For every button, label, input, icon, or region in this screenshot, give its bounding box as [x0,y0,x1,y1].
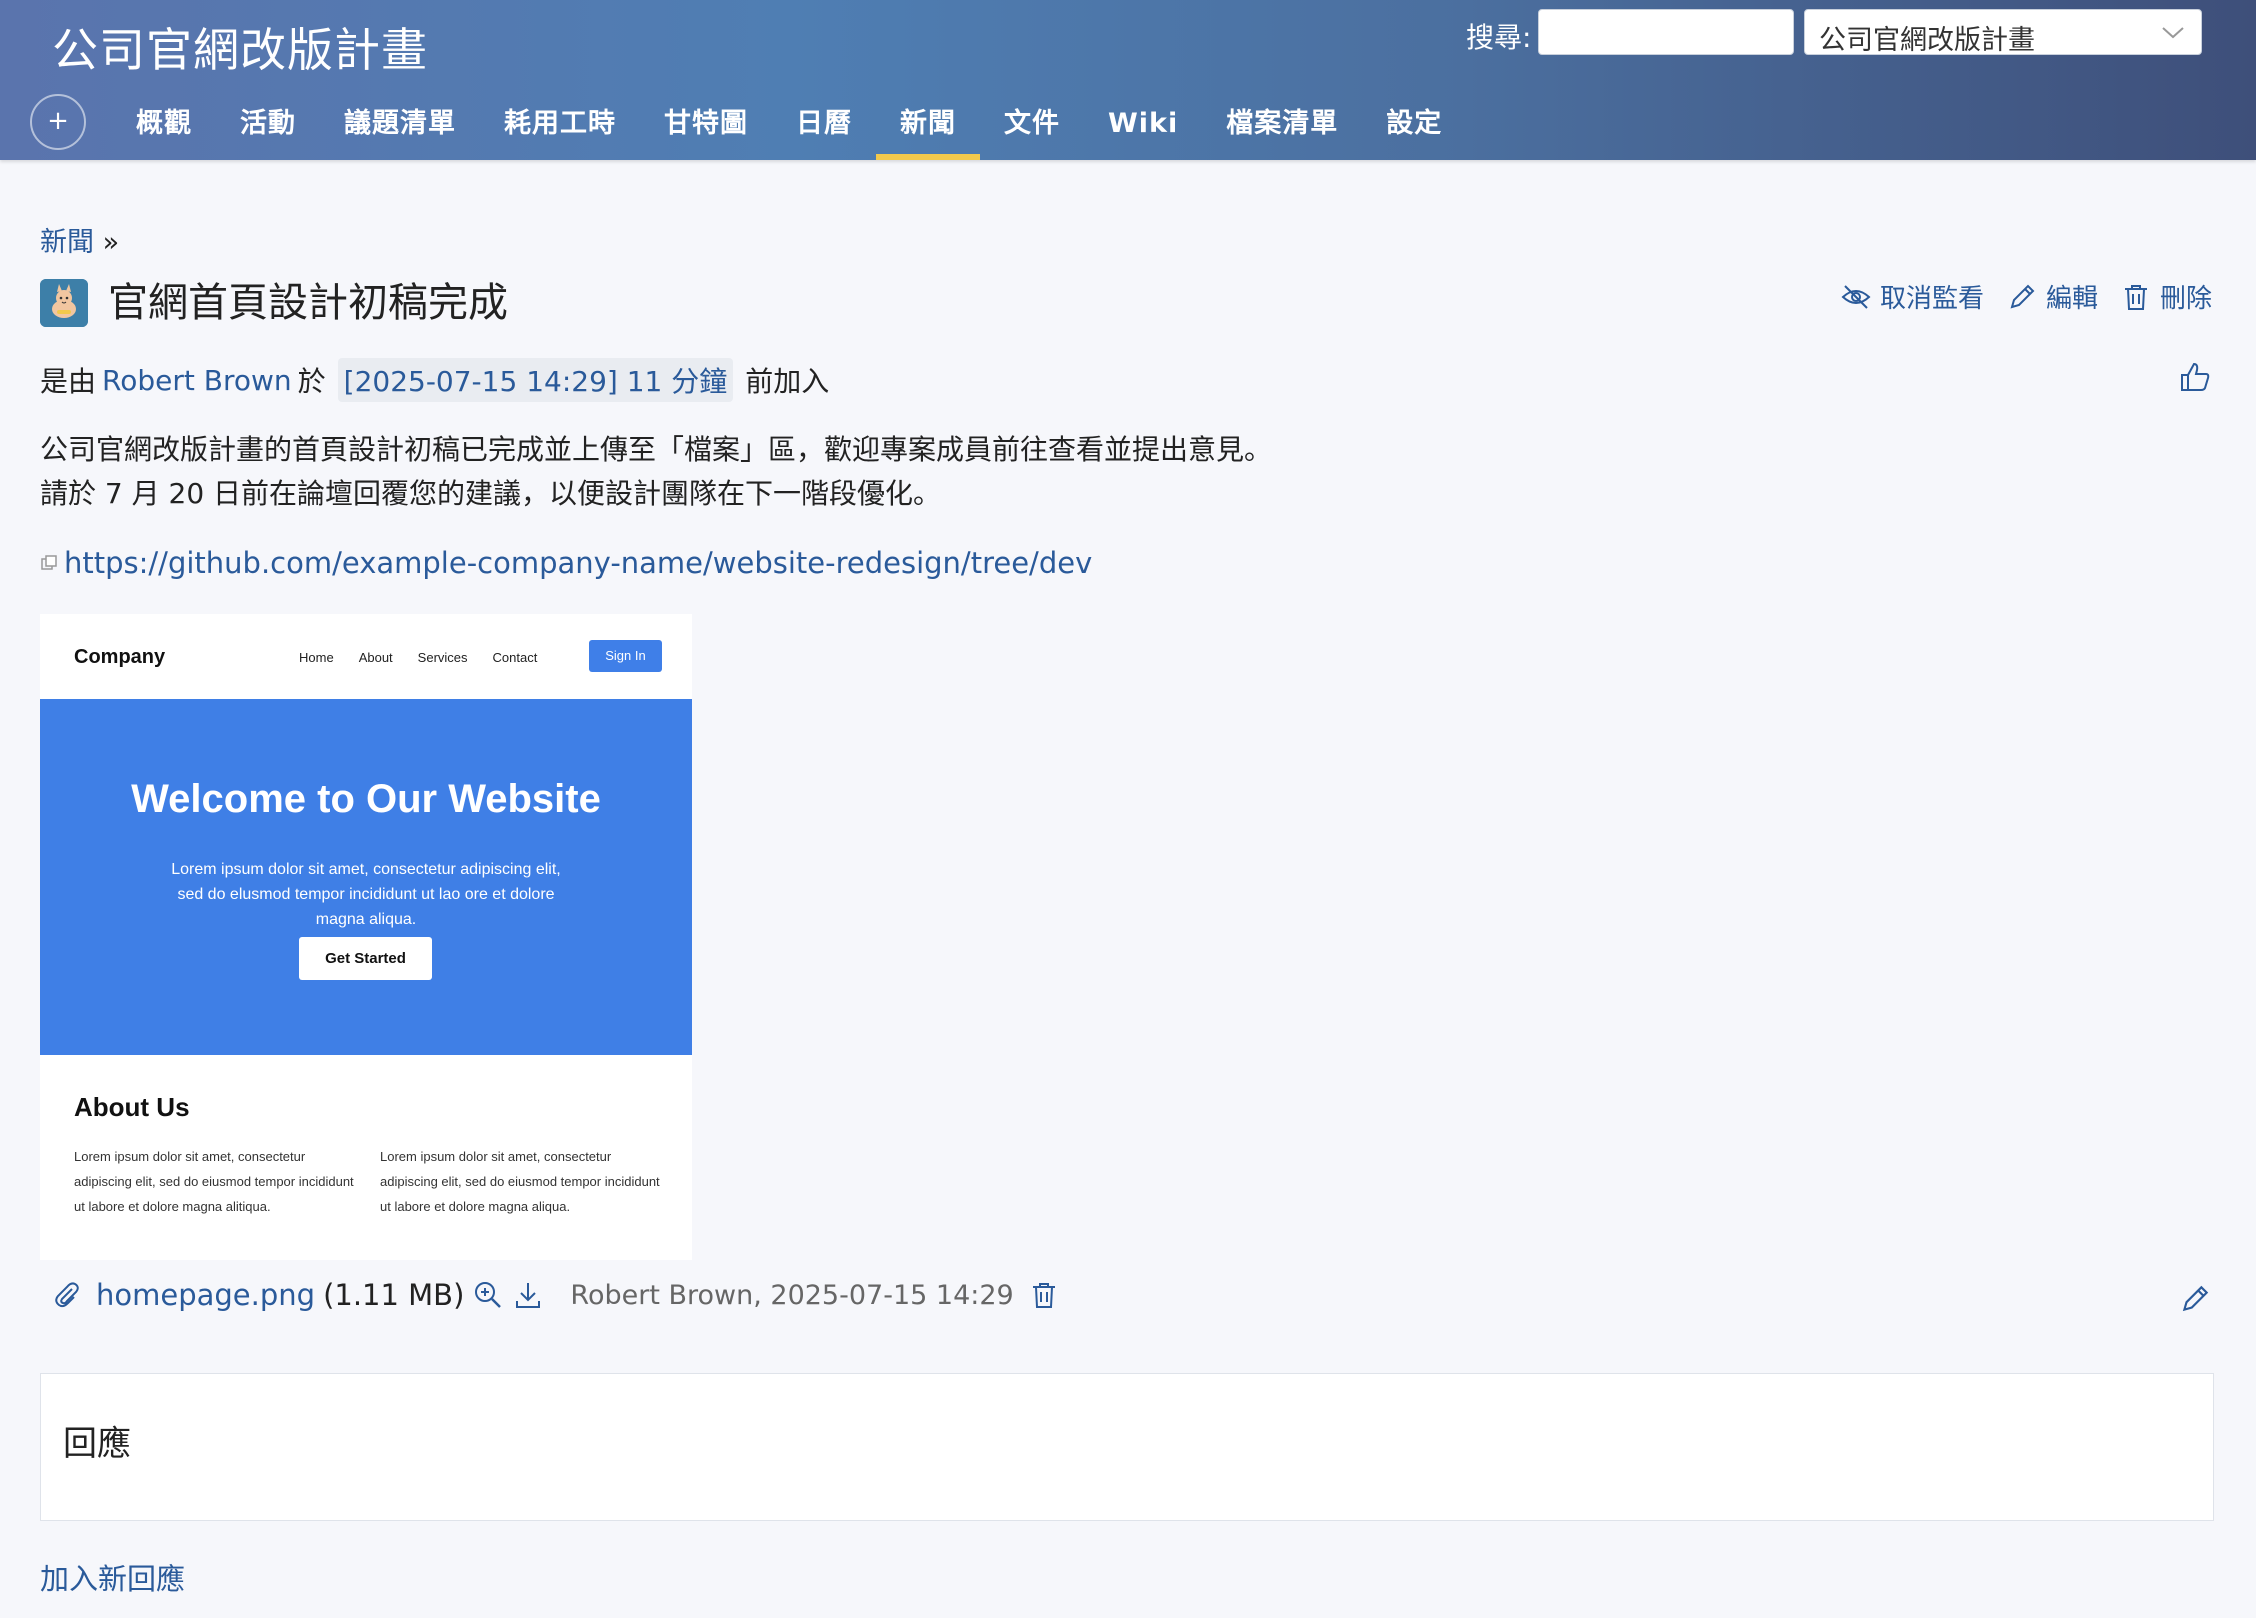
tab-activity[interactable]: 活動 [216,96,320,160]
edit-button[interactable]: 編輯 [2006,278,2098,315]
author-link[interactable]: Robert Brown [102,364,292,397]
download-button[interactable] [512,1279,544,1311]
preview-navbar: Company Home About Services Contact Sign… [40,614,692,698]
tab-files[interactable]: 檔案清單 [1202,96,1362,160]
delete-label: 刪除 [2159,284,2212,314]
tab-overview[interactable]: 概觀 [112,96,216,160]
attachment-meta: Robert Brown, 2025-07-15 14:29 [570,1279,1014,1311]
preview-hero-title: Welcome to Our Website [131,777,601,821]
preview-signin: Sign In [589,640,662,672]
preview-about-title: About Us [74,1092,190,1122]
preview-hero: Welcome to Our Website Lorem ipsum dolor… [40,699,692,1055]
byline-suffix: 前加入 [745,365,830,398]
preview-col-2: Lorem ipsum dolor sit amet, consectetur … [380,1149,660,1214]
external-link[interactable]: https://github.com/example-company-name/… [40,546,1092,580]
add-comment-link[interactable]: 加入新回應 [40,1556,185,1598]
pencil-icon [2010,284,2035,308]
new-item-button[interactable]: + [30,94,86,150]
preview-menu-item: Contact [492,650,538,665]
preview-menu-item: Home [299,650,334,665]
pencil-icon[interactable] [2178,1282,2212,1316]
description-line-2: 請於 7 月 20 日前在論壇回覆您的建議，以便設計團隊在下一階段優化。 [40,477,942,510]
download-icon [516,1283,541,1308]
unwatch-button[interactable]: 取消監看 [1840,278,1984,315]
zoom-button[interactable] [472,1279,504,1311]
tab-gantt[interactable]: 甘特圖 [640,96,772,160]
preview-cta: Get Started [299,937,432,980]
news-title: 官網首頁設計初稿完成 [108,280,508,326]
preview-brand: Company [74,646,166,668]
external-link-url[interactable]: https://github.com/example-company-name/… [64,546,1092,580]
attachment-row: homepage.png (1.11 MB) Robert Brown, 202… [50,1278,1060,1312]
trash-icon [2124,284,2147,310]
attachment-delete-button[interactable] [1028,1279,1060,1311]
tab-wiki[interactable]: Wiki [1084,96,1202,160]
app-title[interactable]: 公司官網改版計畫 [52,14,428,80]
paperclip-icon [55,1282,79,1308]
byline-at: 於 [297,365,326,398]
chevron-down-icon [2162,27,2184,39]
preview-hero-text: Lorem ipsum dolor sit amet, consectetur … [171,861,561,928]
external-link-icon [41,555,57,570]
tab-time-entries[interactable]: 耗用工時 [480,96,640,160]
edit-label: 編輯 [2045,284,2098,314]
attachment-filename[interactable]: homepage.png [96,1278,315,1312]
breadcrumb: 新聞 » [40,220,119,259]
eye-off-icon [1841,284,1871,309]
breadcrumb-separator: » [102,227,120,258]
top-header: 公司官網改版計畫 搜尋: 公司官網改版計畫 + 概觀 活動 議題清單 耗用工時 … [0,0,2256,160]
search-label: 搜尋: [1466,21,1532,54]
byline-prefix: 是由 [40,365,97,398]
tab-issues[interactable]: 議題清單 [320,96,480,160]
zoom-in-icon [475,1282,502,1308]
search-input[interactable] [1538,9,1794,55]
news-description: 公司官網改版計畫的首頁設計初稿已完成並上傳至「檔案」區，歡迎專案成員前往查看並提… [40,428,1272,516]
attachment-preview-image[interactable]: Company Home About Services Contact Sign… [40,614,692,1260]
tab-settings[interactable]: 設定 [1362,96,1466,160]
comments-section: 回應 [40,1373,2214,1521]
description-line-1: 公司官網改版計畫的首頁設計初稿已完成並上傳至「檔案」區，歡迎專案成員前往查看並提… [40,433,1273,466]
breadcrumb-news-link[interactable]: 新聞 [40,227,94,258]
tab-calendar[interactable]: 日曆 [772,96,876,160]
project-select[interactable]: 公司官網改版計畫 [1804,9,2202,56]
unwatch-label: 取消監看 [1879,284,1984,314]
comments-title: 回應 [63,1424,131,1464]
delete-button[interactable]: 刪除 [2120,278,2212,315]
preview-menu-item: About [358,650,393,665]
tab-documents[interactable]: 文件 [980,96,1084,160]
tab-news[interactable]: 新聞 [876,96,980,160]
project-avatar-icon [40,279,88,327]
trash-icon [1032,1283,1055,1308]
preview-col-1: Lorem ipsum dolor sit amet, consectetur … [74,1149,354,1214]
news-actions: 取消監看 編輯 刪除 [1840,278,2212,315]
attachment-size: (1.11 MB) [323,1278,465,1312]
main-tabs: 概觀 活動 議題清單 耗用工時 甘特圖 日曆 新聞 文件 Wiki 檔案清單 設… [112,96,1466,160]
timestamp-link[interactable]: [2025-07-15 14:29] 11 分鐘 [337,358,734,402]
project-select-value: 公司官網改版計畫 [1819,25,2035,56]
preview-menu: Home About Services Contact [299,650,537,665]
preview-menu-item: Services [417,650,468,665]
thumbs-up-icon[interactable] [2178,360,2212,394]
news-byline: 是由 Robert Brown 於 [2025-07-15 14:29] 11 … [40,358,829,402]
